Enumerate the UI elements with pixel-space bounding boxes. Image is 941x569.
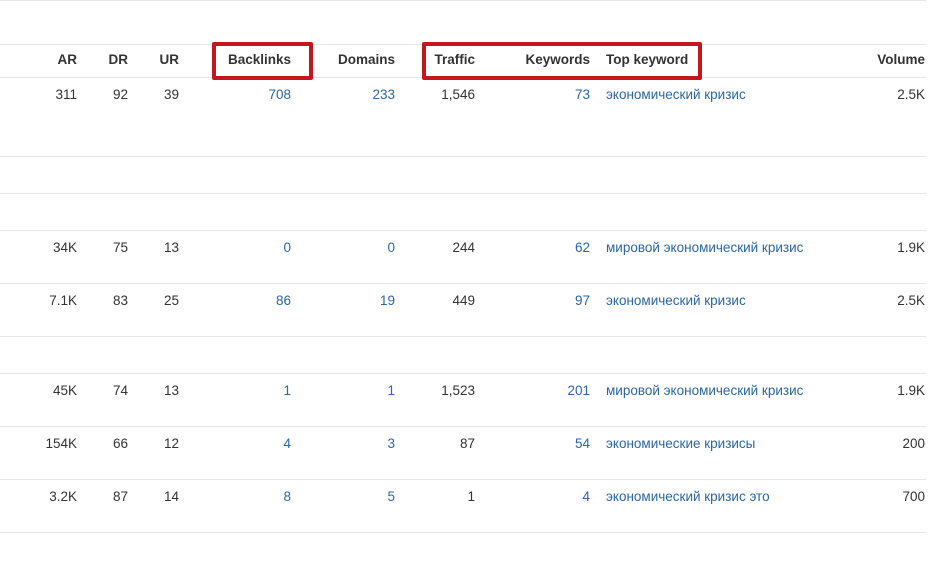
cell-ur: 13 [163, 240, 179, 255]
cell-traffic: 449 [452, 293, 475, 308]
cell-keywords-link[interactable]: 54 [480, 427, 590, 461]
cell-dr: 83 [112, 293, 128, 308]
cell-ur: 13 [163, 383, 179, 398]
cell-volume: 2.5K [897, 87, 925, 102]
cell-traffic: 1,546 [441, 87, 475, 102]
cell-dr: 92 [112, 87, 128, 102]
cell-volume: 1.9K [897, 240, 925, 255]
table-row: 34K 75 13 0 0 244 62 мировой экономическ… [0, 231, 941, 265]
column-header-dr[interactable]: DR [80, 43, 129, 77]
cell-backlinks-link[interactable]: 86 [190, 284, 291, 318]
cell-keywords-link[interactable]: 97 [480, 284, 590, 318]
column-header-domains[interactable]: Domains [300, 43, 395, 77]
cell-traffic: 1,523 [441, 383, 475, 398]
table-row: 3.2K 87 14 8 5 1 4 экономический кризис … [0, 480, 941, 514]
column-header-ar[interactable]: AR [0, 43, 78, 77]
cell-backlinks-link[interactable]: 1 [190, 374, 291, 408]
divider [0, 336, 926, 337]
divider [0, 156, 926, 157]
cell-dr: 66 [112, 436, 128, 451]
cell-domains-link[interactable]: 3 [300, 427, 395, 461]
cell-traffic: 1 [467, 489, 475, 504]
cell-dr: 87 [112, 489, 128, 504]
cell-keywords-link[interactable]: 201 [480, 374, 590, 408]
cell-backlinks-link[interactable]: 4 [190, 427, 291, 461]
cell-ar: 311 [55, 87, 77, 102]
table-row: 7.1K 83 25 86 19 449 97 экономический кр… [0, 284, 941, 318]
cell-domains-link[interactable]: 19 [300, 284, 395, 318]
cell-dr: 74 [112, 383, 128, 398]
cell-traffic: 244 [452, 240, 475, 255]
cell-keywords-link[interactable]: 73 [480, 78, 590, 112]
cell-domains-link[interactable]: 1 [300, 374, 395, 408]
cell-backlinks-link[interactable]: 0 [190, 231, 291, 265]
column-header-volume[interactable]: Volume [840, 43, 925, 77]
table-row: 154K 66 12 4 3 87 54 экономические кризи… [0, 427, 941, 461]
cell-volume: 200 [902, 436, 925, 451]
cell-domains-link[interactable]: 0 [300, 231, 395, 265]
cell-keywords-link[interactable]: 4 [480, 480, 590, 514]
cell-backlinks-link[interactable]: 708 [190, 78, 291, 112]
table-row: 45K 74 13 1 1 1,523 201 мировой экономич… [0, 374, 941, 408]
cell-dr: 75 [112, 240, 128, 255]
cell-traffic: 87 [459, 436, 475, 451]
divider [0, 0, 926, 1]
highlight-box-backlinks [212, 42, 313, 80]
cell-ar: 7.1K [49, 293, 77, 308]
column-header-ur[interactable]: UR [130, 43, 180, 77]
cell-domains-link[interactable]: 5 [300, 480, 395, 514]
cell-backlinks-link[interactable]: 8 [190, 480, 291, 514]
cell-ar: 34K [52, 240, 77, 255]
cell-ur: 39 [163, 87, 179, 102]
divider [0, 193, 926, 194]
cell-keywords-link[interactable]: 62 [480, 231, 590, 265]
results-table: AR DR UR Backlinks Domains Traffic Keywo… [0, 0, 941, 569]
cell-ar: 154K [45, 436, 77, 451]
cell-ar: 45K [52, 383, 77, 398]
highlight-box-traffic-keywords [422, 42, 702, 80]
cell-volume: 2.5K [897, 293, 925, 308]
cell-volume: 1.9K [897, 383, 925, 398]
cell-ur: 25 [163, 293, 179, 308]
cell-ar: 3.2K [49, 489, 77, 504]
divider [0, 532, 926, 533]
cell-ur: 14 [163, 489, 179, 504]
cell-domains-link[interactable]: 233 [300, 78, 395, 112]
cell-volume: 700 [902, 489, 925, 504]
cell-ur: 12 [163, 436, 179, 451]
table-row: 311 92 39 708 233 1,546 73 экономический… [0, 78, 941, 112]
